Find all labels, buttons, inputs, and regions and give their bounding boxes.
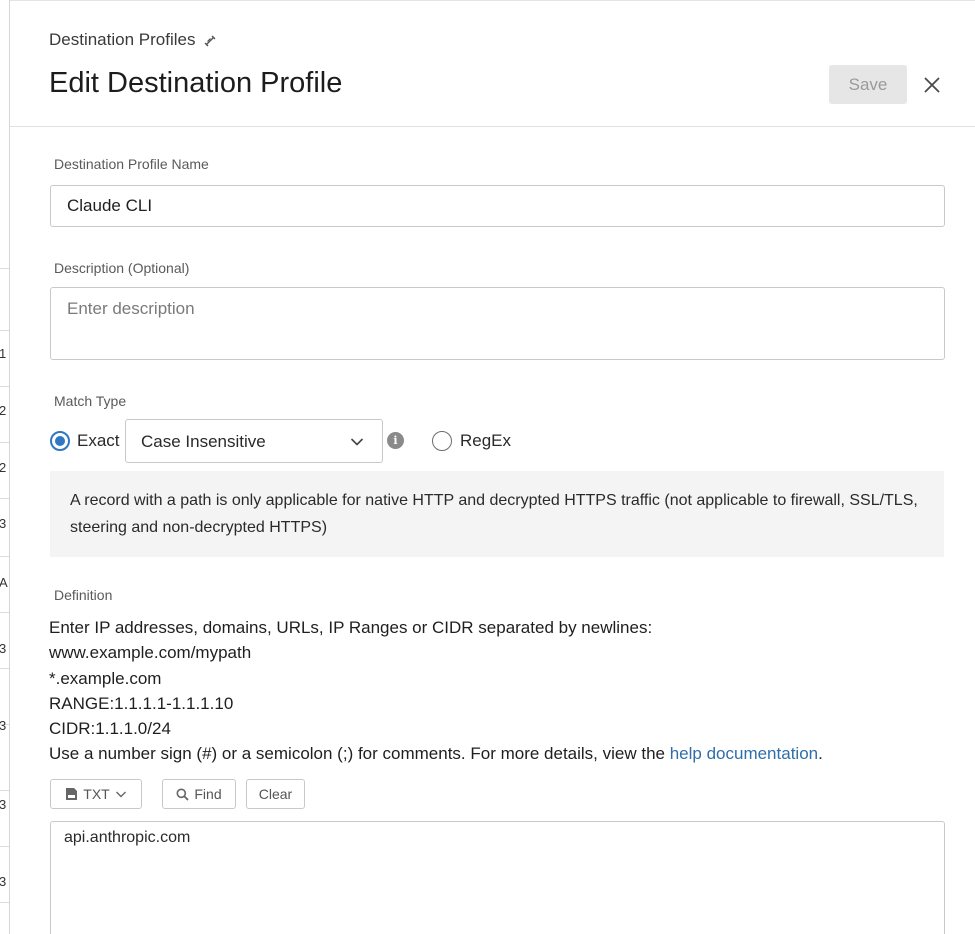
definition-editor[interactable]: api.anthropic.com xyxy=(50,821,945,934)
txt-format-label: TXT xyxy=(83,786,110,802)
editor-content: api.anthropic.com xyxy=(64,829,191,846)
bg-row-divider xyxy=(0,442,9,443)
comment-text: Use a number sign (#) or a semicolon (;)… xyxy=(49,744,670,764)
bg-cell-glyph: A xyxy=(0,575,8,590)
info-icon[interactable]: i xyxy=(387,432,404,449)
bg-cell-glyph: 3 xyxy=(0,516,7,531)
bg-cell-glyph: 2 xyxy=(0,403,7,418)
example-line: *.example.com xyxy=(49,668,162,688)
bg-row-divider xyxy=(0,668,9,669)
bg-row-divider xyxy=(0,902,9,903)
clear-button[interactable]: Clear xyxy=(246,779,305,809)
example-line: RANGE:1.1.1.1-1.1.1.10 xyxy=(49,693,234,713)
link-icon[interactable] xyxy=(203,33,217,47)
exact-radio-label[interactable]: Exact xyxy=(77,431,120,451)
bg-cell-glyph: 3 xyxy=(0,874,7,889)
path-applicability-note: A record with a path is only applicable … xyxy=(50,471,944,557)
case-sensitivity-select[interactable]: Case Insensitive xyxy=(125,419,383,463)
close-icon[interactable] xyxy=(920,73,944,97)
search-icon xyxy=(176,788,190,801)
example-line: www.example.com/mypath xyxy=(49,643,252,663)
bg-cell-glyph: 3 xyxy=(0,797,7,812)
screen: 1 2 2 3 A 3 3 3 3 Destination Profiles E… xyxy=(0,0,975,934)
profile-name-label: Destination Profile Name xyxy=(54,156,209,172)
definition-label: Definition xyxy=(54,587,113,603)
regex-radio-label[interactable]: RegEx xyxy=(460,431,511,451)
file-icon xyxy=(66,788,78,800)
comment-instruction-line: Use a number sign (#) or a semicolon (;)… xyxy=(49,741,949,766)
bg-cell-glyph: 2 xyxy=(0,460,7,475)
page-title: Edit Destination Profile xyxy=(49,67,343,99)
comment-suffix: . xyxy=(818,744,823,764)
panel-header: Destination Profiles Edit Destination Pr… xyxy=(10,1,975,127)
bg-row-divider xyxy=(0,846,9,847)
match-type-label: Match Type xyxy=(54,393,127,409)
description-field[interactable]: Enter description xyxy=(50,287,945,360)
case-sensitivity-value: Case Insensitive xyxy=(141,432,266,451)
find-label: Find xyxy=(194,786,222,802)
breadcrumb-label[interactable]: Destination Profiles xyxy=(49,30,195,50)
find-button[interactable]: Find xyxy=(162,779,236,809)
instruction-line: Enter IP addresses, domains, URLs, IP Ra… xyxy=(49,618,653,637)
bg-row-divider xyxy=(0,330,9,331)
txt-format-button[interactable]: TXT xyxy=(50,779,142,809)
bg-cell-glyph: 1 xyxy=(0,346,7,361)
chevron-down-icon xyxy=(350,435,364,449)
bg-row-divider xyxy=(0,612,9,613)
bg-row-divider xyxy=(0,268,9,269)
description-label: Description (Optional) xyxy=(54,260,190,276)
bg-row-divider xyxy=(0,498,9,499)
help-documentation-link[interactable]: help documentation xyxy=(670,744,818,763)
bg-row-divider xyxy=(0,386,9,387)
edit-profile-panel: Destination Profiles Edit Destination Pr… xyxy=(10,0,975,934)
exact-radio[interactable] xyxy=(50,431,70,451)
bg-cell-glyph: 3 xyxy=(0,718,7,733)
definition-instructions: Enter IP addresses, domains, URLs, IP Ra… xyxy=(49,615,949,767)
regex-radio[interactable] xyxy=(432,431,452,451)
bg-row-divider xyxy=(0,790,9,791)
save-button[interactable]: Save xyxy=(829,65,907,104)
bg-row-divider xyxy=(0,556,9,557)
chevron-down-icon xyxy=(115,791,126,798)
example-line: CIDR:1.1.1.0/24 xyxy=(49,719,171,739)
profile-name-input[interactable] xyxy=(50,185,945,227)
description-placeholder: Enter description xyxy=(67,299,195,318)
background-page-edge: 1 2 2 3 A 3 3 3 3 xyxy=(0,0,10,934)
bg-cell-glyph: 3 xyxy=(0,641,7,656)
clear-label: Clear xyxy=(258,786,293,802)
breadcrumb: Destination Profiles xyxy=(49,30,217,50)
